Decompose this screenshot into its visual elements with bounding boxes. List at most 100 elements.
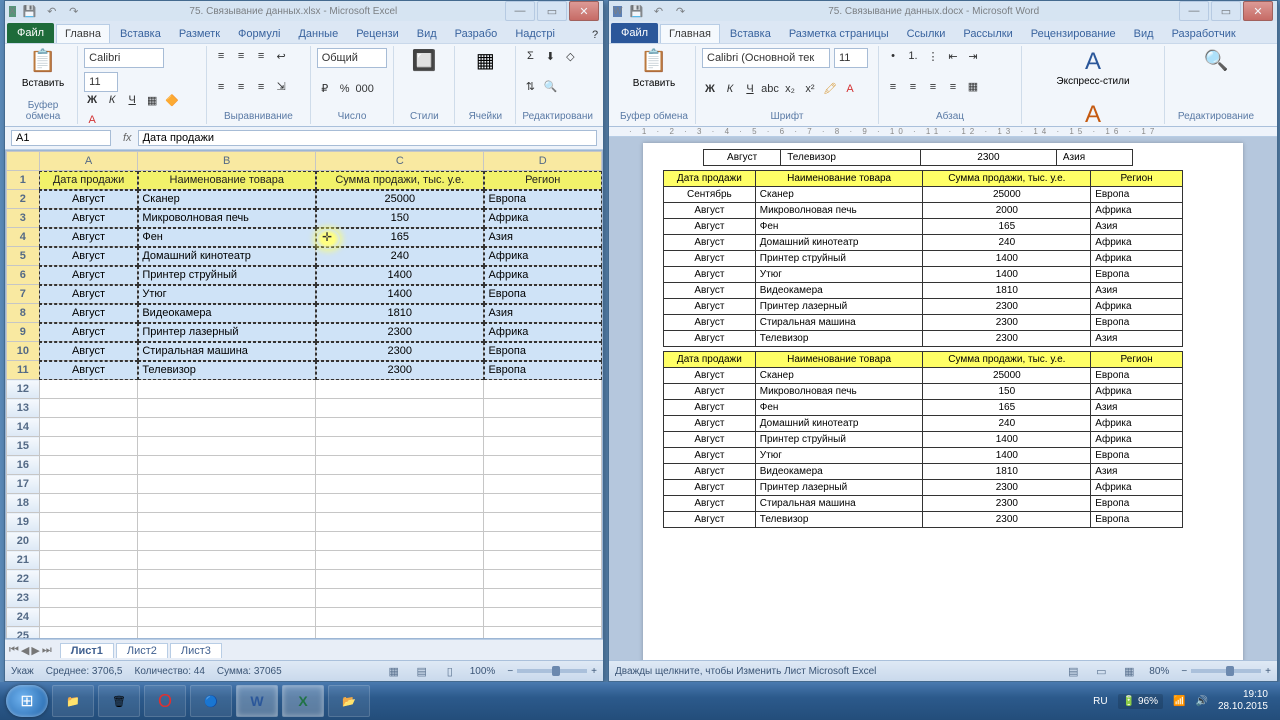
zoom-in-icon[interactable]: + bbox=[591, 666, 597, 677]
minimize-button[interactable]: — bbox=[505, 1, 535, 21]
view-normal-icon[interactable]: ▦ bbox=[386, 663, 402, 679]
align-top-icon[interactable]: ≡ bbox=[213, 48, 229, 64]
document-area[interactable]: · 1 · 2 · 3 · 4 · 5 · 6 · 7 · 8 · 9 · 10… bbox=[609, 127, 1277, 660]
italic-icon[interactable]: К bbox=[104, 92, 120, 108]
align-mid-icon[interactable]: ≡ bbox=[233, 48, 249, 64]
zoom-slider[interactable] bbox=[1191, 669, 1261, 673]
tab-file[interactable]: Файл bbox=[611, 23, 658, 43]
font-name[interactable]: Calibri (Основной тек bbox=[702, 48, 830, 68]
align-left-icon[interactable]: ≡ bbox=[885, 79, 901, 95]
tab-addins[interactable]: Надстрі bbox=[507, 25, 563, 43]
tray-battery[interactable]: 🔋 96% bbox=[1118, 694, 1163, 709]
task-word[interactable]: W bbox=[236, 685, 278, 717]
tab-review[interactable]: Рецензирование bbox=[1023, 25, 1124, 43]
align-bot-icon[interactable]: ≡ bbox=[253, 48, 269, 64]
tray-lang[interactable]: RU bbox=[1093, 696, 1107, 707]
styles-icon[interactable]: 🔲 bbox=[400, 48, 448, 73]
tab-review[interactable]: Рецензи bbox=[348, 25, 407, 43]
change-styles-icon[interactable]: A bbox=[1085, 101, 1101, 128]
sub-icon[interactable]: x₂ bbox=[782, 81, 798, 97]
tab-dev[interactable]: Разрабо bbox=[447, 25, 506, 43]
tab-mail[interactable]: Рассылки bbox=[955, 25, 1020, 43]
tab-layout[interactable]: Разметк bbox=[171, 25, 228, 43]
tab-view[interactable]: Вид bbox=[409, 25, 445, 43]
sheet-area[interactable]: ABCD1Дата продажиНаименование товараСумм… bbox=[5, 150, 603, 639]
sort-icon[interactable]: ⇅ bbox=[522, 79, 538, 95]
undo-icon[interactable]: ↶ bbox=[650, 3, 666, 19]
save-icon[interactable]: 💾 bbox=[22, 3, 38, 19]
tray-network-icon[interactable]: 📶 bbox=[1173, 696, 1185, 707]
align-right-icon[interactable]: ≡ bbox=[253, 79, 269, 95]
align-right-icon[interactable]: ≡ bbox=[925, 79, 941, 95]
start-button[interactable]: ⊞ bbox=[6, 685, 48, 717]
sheet-nav-last[interactable]: ⏭ bbox=[42, 644, 52, 657]
align-left-icon[interactable]: ≡ bbox=[213, 79, 229, 95]
font-size[interactable]: 11 bbox=[834, 48, 868, 68]
shading-icon[interactable]: ▦ bbox=[965, 79, 981, 95]
underline-icon[interactable]: Ч bbox=[742, 81, 758, 97]
minimize-button[interactable]: — bbox=[1179, 1, 1209, 21]
fill-icon[interactable]: ⬇ bbox=[542, 48, 558, 64]
zoom-slider[interactable] bbox=[517, 669, 587, 673]
tab-layout[interactable]: Разметка страницы bbox=[781, 25, 897, 43]
view-read-icon[interactable]: ▭ bbox=[1093, 663, 1109, 679]
font-name[interactable]: Calibri bbox=[84, 48, 164, 68]
multilevel-icon[interactable]: ⋮ bbox=[925, 48, 941, 64]
task-folder[interactable]: 📂 bbox=[328, 685, 370, 717]
border-icon[interactable]: ▦ bbox=[144, 92, 160, 108]
task-recycle[interactable]: 🗑 bbox=[98, 685, 140, 717]
view-break-icon[interactable]: ▯ bbox=[442, 663, 458, 679]
tab-insert[interactable]: Вставка bbox=[112, 25, 169, 43]
tab-file[interactable]: Файл bbox=[7, 23, 54, 43]
tab-dev[interactable]: Разработчик bbox=[1164, 25, 1244, 43]
paste-icon[interactable]: 📋 bbox=[29, 48, 56, 74]
undo-icon[interactable]: ↶ bbox=[44, 3, 60, 19]
quick-styles-icon[interactable]: A bbox=[1085, 48, 1101, 75]
task-chrome[interactable]: 🔵 bbox=[190, 685, 232, 717]
tab-refs[interactable]: Ссылки bbox=[899, 25, 954, 43]
task-explorer[interactable]: 📁 bbox=[52, 685, 94, 717]
view-web-icon[interactable]: ▦ bbox=[1121, 663, 1137, 679]
bullets-icon[interactable]: • bbox=[885, 48, 901, 64]
comma-icon[interactable]: 000 bbox=[357, 81, 373, 97]
close-button[interactable]: ✕ bbox=[569, 1, 599, 21]
currency-icon[interactable]: ₽ bbox=[317, 81, 333, 97]
font-size[interactable]: 11 bbox=[84, 72, 118, 92]
find-icon[interactable]: 🔍 bbox=[542, 79, 558, 95]
number-format[interactable]: Общий bbox=[317, 48, 387, 68]
font-color-icon[interactable]: A bbox=[842, 81, 858, 97]
fill-color-icon[interactable]: 🔶 bbox=[164, 92, 180, 108]
underline-icon[interactable]: Ч bbox=[124, 92, 140, 108]
close-button[interactable]: ✕ bbox=[1243, 1, 1273, 21]
wrap-icon[interactable]: ↩ bbox=[273, 48, 289, 64]
numbering-icon[interactable]: 1. bbox=[905, 48, 921, 64]
zoom-out-icon[interactable]: − bbox=[1181, 666, 1187, 677]
find-icon[interactable]: 🔍 bbox=[1171, 48, 1261, 73]
merge-icon[interactable]: ⇲ bbox=[273, 79, 289, 95]
help-icon[interactable]: ? bbox=[587, 27, 603, 43]
align-center-icon[interactable]: ≡ bbox=[233, 79, 249, 95]
tab-view[interactable]: Вид bbox=[1126, 25, 1162, 43]
paste-icon[interactable]: 📋 bbox=[640, 48, 667, 74]
tab-data[interactable]: Данные bbox=[290, 25, 346, 43]
bold-icon[interactable]: Ж bbox=[702, 81, 718, 97]
maximize-button[interactable]: ▭ bbox=[537, 1, 567, 21]
align-just-icon[interactable]: ≡ bbox=[945, 79, 961, 95]
save-icon[interactable]: 💾 bbox=[628, 3, 644, 19]
percent-icon[interactable]: % bbox=[337, 81, 353, 97]
zoom-out-icon[interactable]: − bbox=[507, 666, 513, 677]
sheet-nav-prev[interactable]: ◀ bbox=[21, 644, 29, 657]
sheet-nav-next[interactable]: ▶ bbox=[31, 644, 39, 657]
zoom-in-icon[interactable]: + bbox=[1265, 666, 1271, 677]
redo-icon[interactable]: ↷ bbox=[66, 3, 82, 19]
task-opera[interactable]: O bbox=[144, 685, 186, 717]
indent-dec-icon[interactable]: ⇤ bbox=[945, 48, 961, 64]
tab-home[interactable]: Главна bbox=[56, 24, 110, 43]
view-print-icon[interactable]: ▤ bbox=[1065, 663, 1081, 679]
autosum-icon[interactable]: Σ bbox=[522, 48, 538, 64]
name-box[interactable]: A1 bbox=[11, 130, 111, 146]
view-layout-icon[interactable]: ▤ bbox=[414, 663, 430, 679]
sheet-tab-1[interactable]: Лист1 bbox=[60, 643, 114, 658]
formula-input[interactable]: Дата продажи bbox=[138, 130, 597, 146]
cells-icon[interactable]: ▦ bbox=[461, 48, 509, 73]
